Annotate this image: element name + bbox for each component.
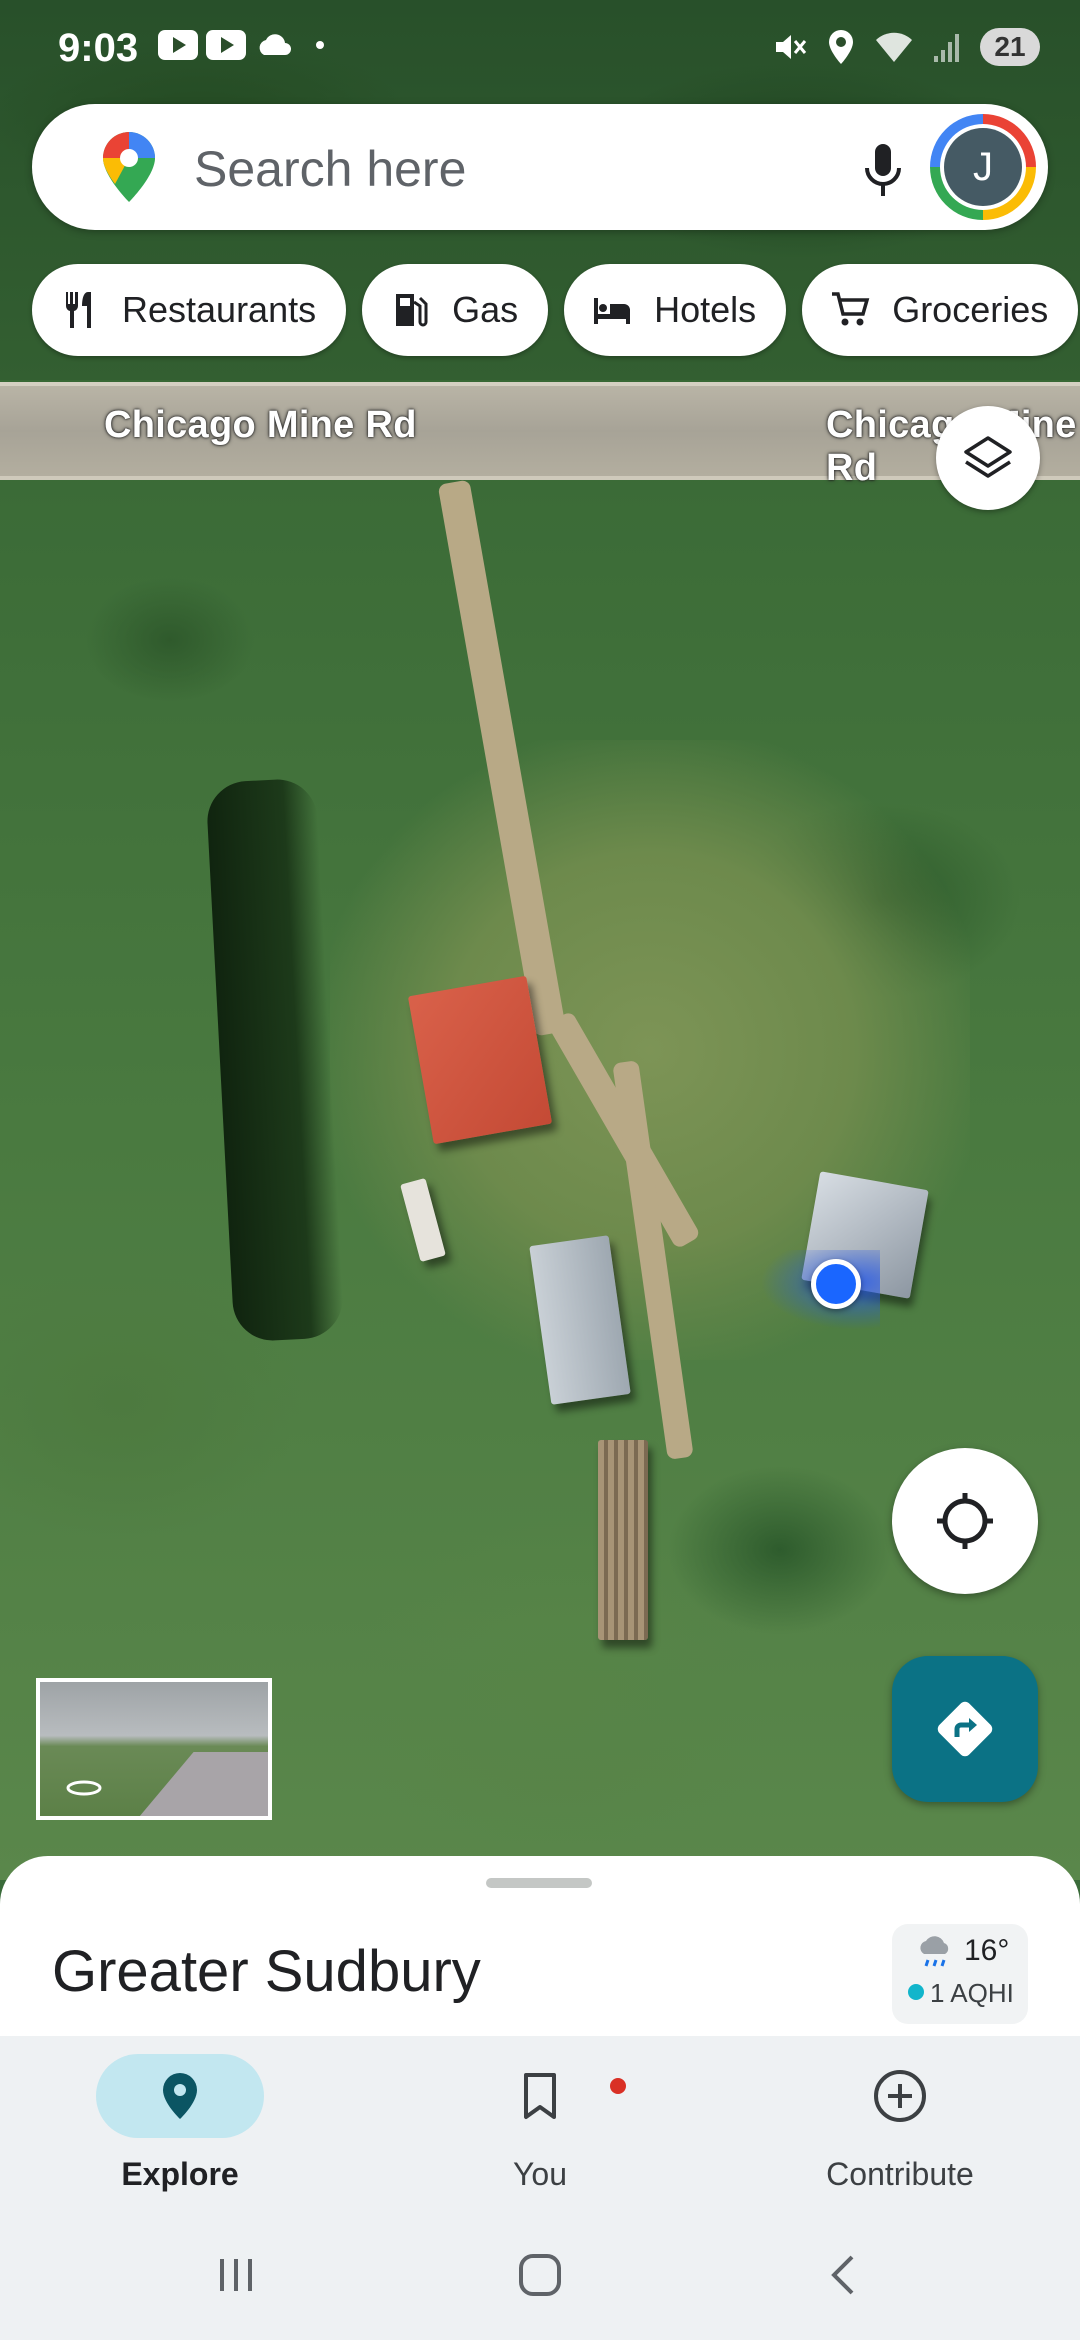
bed-icon	[594, 298, 631, 324]
layers-icon	[964, 436, 1012, 478]
log-pile	[598, 1440, 648, 1640]
notification-badge	[610, 2078, 626, 2094]
category-chips: Restaurants Gas Hotels Groceries	[32, 264, 1079, 356]
home-button[interactable]	[500, 2240, 580, 2310]
location-icon	[829, 30, 853, 64]
directions-icon	[937, 1701, 993, 1757]
back-button[interactable]	[804, 2240, 884, 2310]
rain-cloud-icon	[920, 1936, 949, 1967]
place-title: Greater Sudbury	[52, 1939, 481, 2004]
explore-pill	[96, 2054, 264, 2138]
chip-hotels[interactable]: Hotels	[564, 264, 787, 356]
back-icon	[831, 2255, 854, 2295]
red-roof-building	[407, 975, 553, 1145]
air-quality-index: 1 AQHI	[930, 1978, 1014, 2008]
notification-icons	[158, 30, 324, 60]
chip-groceries[interactable]: Groceries	[802, 264, 1079, 356]
bookmark-icon	[524, 2073, 556, 2119]
nav-label: Contribute	[826, 2156, 974, 2192]
bottom-sheet[interactable]: Greater Sudbury 16° 1 AQHI	[0, 1856, 1080, 2036]
avatar-letter: J	[944, 128, 1022, 206]
street-view-thumbnail[interactable]	[36, 1678, 272, 1820]
fork-knife-icon	[65, 292, 91, 328]
rotate-360-icon	[66, 1780, 102, 1796]
add-circle-icon	[874, 2070, 926, 2122]
air-quality-dot	[908, 1984, 924, 2000]
pin-icon	[163, 2073, 197, 2119]
layers-button[interactable]	[936, 406, 1040, 510]
microphone-icon[interactable]	[858, 140, 908, 200]
wifi-icon	[876, 32, 912, 62]
cloud-icon	[259, 34, 291, 55]
status-time: 9:03	[58, 26, 139, 70]
tree-shadow	[205, 777, 345, 1343]
recents-icon	[220, 2259, 252, 2291]
nav-label: You	[513, 2156, 567, 2192]
system-navigation-bar	[0, 2220, 1080, 2320]
chip-restaurants[interactable]: Restaurants	[32, 264, 347, 356]
youtube-icon	[206, 30, 246, 60]
account-avatar[interactable]: J	[930, 114, 1036, 220]
chip-label: Hotels	[654, 289, 757, 330]
signal-icon	[934, 34, 959, 62]
recent-apps-button[interactable]	[196, 2240, 276, 2310]
search-bar[interactable]: Search here J	[32, 104, 1048, 230]
weather-card[interactable]: 16° 1 AQHI	[892, 1924, 1028, 2024]
contribute-pill	[816, 2054, 984, 2138]
search-input[interactable]: Search here	[194, 140, 466, 198]
crosshair-icon	[937, 1493, 993, 1549]
dot-icon	[316, 41, 324, 49]
sheet-drag-handle[interactable]	[486, 1878, 592, 1888]
google-maps-logo-icon	[103, 132, 155, 202]
cart-icon	[832, 292, 870, 326]
status-bar: 9:03 21	[0, 0, 1080, 100]
my-location-button[interactable]	[892, 1448, 1038, 1594]
nav-label: Explore	[121, 2156, 239, 2192]
nav-contribute[interactable]: Contribute	[760, 2054, 1040, 2193]
chip-label: Restaurants	[122, 289, 317, 330]
gas-pump-icon	[396, 294, 428, 327]
chip-gas[interactable]: Gas	[362, 264, 549, 356]
road-label-left: Chicago Mine Rd	[104, 404, 417, 446]
mute-icon	[776, 35, 807, 59]
current-location-dot	[811, 1259, 861, 1309]
nav-explore[interactable]: Explore	[40, 2054, 320, 2193]
system-icons: 21	[772, 28, 1040, 66]
directions-button[interactable]	[892, 1656, 1038, 1802]
nav-you[interactable]: You	[400, 2054, 680, 2193]
chip-label: Gas	[452, 289, 519, 330]
weather-temperature: 16°	[964, 1934, 1010, 1967]
battery-indicator: 21	[980, 28, 1040, 66]
you-pill	[456, 2054, 626, 2138]
youtube-icon	[158, 30, 198, 60]
street-view-road	[126, 1752, 268, 1816]
chip-label: Groceries	[892, 289, 1049, 330]
home-icon	[519, 2254, 561, 2296]
